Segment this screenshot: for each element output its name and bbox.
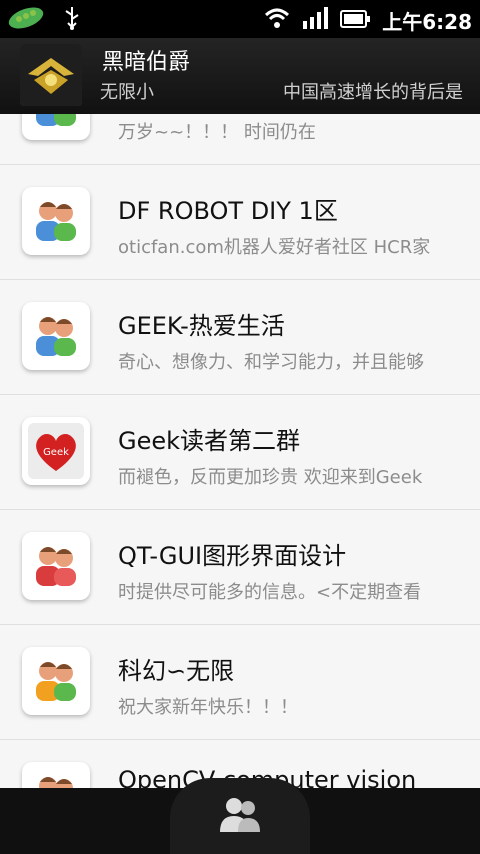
contacts-icon bbox=[218, 794, 262, 838]
contacts-tab[interactable] bbox=[170, 778, 310, 854]
leaf-icon bbox=[6, 4, 46, 36]
signal-icon bbox=[302, 7, 329, 34]
group-desc: 祝大家新年快乐！！！ bbox=[118, 697, 298, 718]
group-desc: 而褪色，反而更加珍贵 欢迎来到Geek bbox=[118, 467, 423, 488]
list-item[interactable]: 科幻∽无限 祝大家新年快乐！！！ bbox=[0, 625, 480, 740]
battery-icon bbox=[340, 9, 371, 33]
list-item[interactable]: GEEK-热爱生活 奇心、想像力、和学习能力，并且能够 bbox=[0, 280, 480, 395]
people-icon bbox=[22, 532, 90, 600]
group-desc: 万岁~~！！！ 时间仍在 bbox=[118, 122, 316, 143]
header-title: 黑暗伯爵 bbox=[102, 50, 191, 75]
group-name: Geek读者第二群 bbox=[118, 427, 301, 455]
group-list: 万岁~~！！！ 时间仍在 DF ROBOT DIY 1区 oticfan.com… bbox=[0, 114, 480, 788]
list-item[interactable]: 万岁~~！！！ 时间仍在 bbox=[0, 114, 480, 165]
svg-text:Geek: Geek bbox=[43, 447, 69, 458]
people-icon bbox=[22, 647, 90, 715]
subtitle-left: 无限小 bbox=[100, 82, 154, 103]
group-name: QT-GUI图形界面设计 bbox=[118, 542, 347, 570]
status-bar: 上午6:28 bbox=[0, 0, 480, 38]
people-icon bbox=[22, 302, 90, 370]
list-item[interactable]: DF ROBOT DIY 1区 oticfan.com机器人爱好者社区 HCR家 bbox=[0, 165, 480, 280]
group-desc: 时提供尽可能多的信息。<不定期查看 bbox=[118, 582, 422, 603]
list-item[interactable]: QT-GUI图形界面设计 时提供尽可能多的信息。<不定期查看 bbox=[0, 510, 480, 625]
user-avatar[interactable] bbox=[20, 44, 82, 106]
people-icon bbox=[22, 187, 90, 255]
subtitle-right: 中国高速增长的背后是 bbox=[283, 82, 463, 103]
wifi-icon bbox=[264, 7, 290, 34]
group-name: GEEK-热爱生活 bbox=[118, 312, 285, 340]
group-name: DF ROBOT DIY 1区 bbox=[118, 197, 338, 225]
chat-header: 黑暗伯爵 无限小 中国高速增长的背后是 bbox=[0, 38, 480, 115]
usb-icon bbox=[62, 5, 82, 35]
list-item[interactable]: Geek Geek读者第二群 而褪色，反而更加珍贵 欢迎来到Geek bbox=[0, 395, 480, 510]
bottom-bar bbox=[0, 778, 480, 854]
geek-heart-icon: Geek bbox=[22, 417, 90, 485]
clock: 上午6:28 bbox=[382, 10, 472, 34]
group-desc: oticfan.com机器人爱好者社区 HCR家 bbox=[118, 237, 431, 258]
header-subtitle: 无限小 中国高速增长的背后是 bbox=[100, 78, 470, 104]
group-name: 科幻∽无限 bbox=[118, 657, 235, 685]
people-icon bbox=[22, 114, 90, 140]
group-desc: 奇心、想像力、和学习能力，并且能够 bbox=[118, 352, 424, 373]
people-icon bbox=[22, 762, 90, 788]
